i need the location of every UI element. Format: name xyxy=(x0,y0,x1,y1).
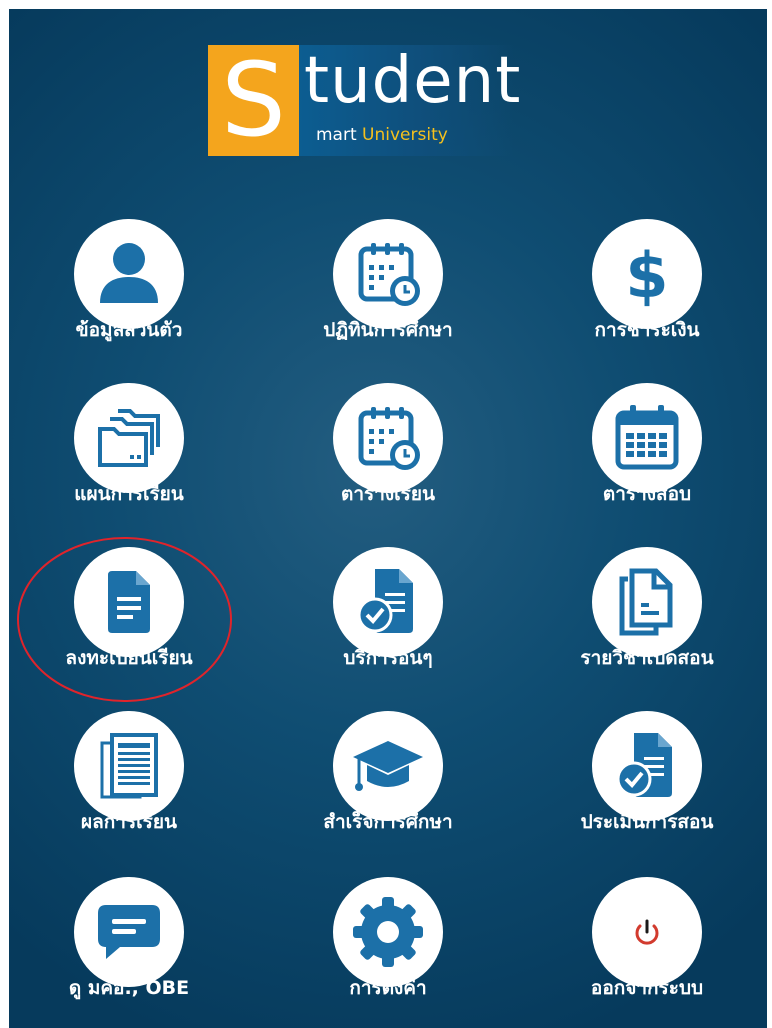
menu-item-teaching-evaluation[interactable]: ประเมินการสอน xyxy=(527,711,767,851)
menu-label: ดู มคอ., OBE xyxy=(68,977,190,999)
document-icon xyxy=(108,571,150,633)
menu-icon-circle xyxy=(333,383,443,493)
calendar-clock-icon xyxy=(358,407,420,470)
menu-label: ตารางเรียน xyxy=(341,483,435,505)
menu-item-study-plan[interactable]: แผนการเรียน xyxy=(9,383,249,523)
menu-icon-circle xyxy=(333,547,443,657)
main-panel: S tudent mart University ข้อมูลส่วนตัว ป… xyxy=(9,9,767,1028)
user-icon xyxy=(100,243,158,303)
menu-icon-circle xyxy=(74,219,184,329)
menu-icon-circle xyxy=(74,383,184,493)
menu-item-class-schedule[interactable]: ตารางเรียน xyxy=(268,383,508,523)
graduation-cap-icon xyxy=(353,741,423,791)
menu-icon-circle xyxy=(592,547,702,657)
menu-icon-circle xyxy=(592,383,702,493)
menu-item-grades[interactable]: ผลการเรียน xyxy=(9,711,249,851)
menu-item-other-services[interactable]: บริการอื่นๆ xyxy=(268,547,508,687)
menu-icon-circle xyxy=(592,711,702,821)
document-check-icon xyxy=(357,569,413,633)
menu-label: ผลการเรียน xyxy=(81,811,177,833)
menu-icon-circle: $ xyxy=(592,219,702,329)
menu-label: ข้อมูลส่วนตัว xyxy=(75,319,183,341)
menu-label: ประเมินการสอน xyxy=(580,811,714,833)
menu-item-profile[interactable]: ข้อมูลส่วนตัว xyxy=(9,219,249,359)
calendar-clock-icon xyxy=(358,243,420,306)
menu-item-logout[interactable]: ออกจากระบบ xyxy=(527,877,767,1017)
menu-label: บริการอื่นๆ xyxy=(343,647,433,669)
document-check-icon xyxy=(616,733,672,797)
menu-icon-circle xyxy=(333,219,443,329)
chat-icon xyxy=(98,905,160,959)
menu-label: สำเร็จการศึกษา xyxy=(323,811,453,833)
menu-label: ตารางสอบ xyxy=(602,483,692,505)
folders-icon xyxy=(98,409,160,467)
menu-icon-circle xyxy=(74,547,184,657)
menu-grid: ข้อมูลส่วนตัว ปฏิทินการศึกษา $ การชำระเง… xyxy=(9,9,767,1028)
menu-label: ลงทะเบียนเรียน xyxy=(65,647,193,669)
menu-item-registration[interactable]: ลงทะเบียนเรียน xyxy=(9,547,249,687)
menu-label: แผนการเรียน xyxy=(74,483,184,505)
menu-label: ปฏิทินการศึกษา xyxy=(323,319,453,341)
calendar-grid-icon xyxy=(615,405,679,470)
menu-label: การชำระเงิน xyxy=(594,319,700,341)
menu-label: ออกจากระบบ xyxy=(590,977,704,999)
menu-icon-circle xyxy=(74,711,184,821)
gear-icon xyxy=(353,897,423,967)
menu-item-tqf-obe[interactable]: ดู มคอ., OBE xyxy=(9,877,249,1017)
menu-icon-circle xyxy=(74,877,184,987)
copy-document-icon xyxy=(619,568,673,636)
menu-item-settings[interactable]: การตั้งค่า xyxy=(268,877,508,1017)
power-icon xyxy=(635,919,659,945)
svg-text:$: $ xyxy=(625,239,668,312)
menu-item-exam-schedule[interactable]: ตารางสอบ xyxy=(527,383,767,523)
menu-label: รายวิชาเปิดสอน xyxy=(580,647,714,669)
menu-item-courses-offered[interactable]: รายวิชาเปิดสอน xyxy=(527,547,767,687)
menu-item-payment[interactable]: $ การชำระเงิน xyxy=(527,219,767,359)
menu-label: การตั้งค่า xyxy=(349,977,427,999)
menu-item-academic-calendar[interactable]: ปฏิทินการศึกษา xyxy=(268,219,508,359)
dollar-icon: $ xyxy=(625,239,668,312)
menu-icon-circle xyxy=(333,711,443,821)
menu-icon-circle xyxy=(592,877,702,987)
menu-icon-circle xyxy=(333,877,443,987)
report-list-icon xyxy=(100,733,158,799)
menu-item-graduation[interactable]: สำเร็จการศึกษา xyxy=(268,711,508,851)
